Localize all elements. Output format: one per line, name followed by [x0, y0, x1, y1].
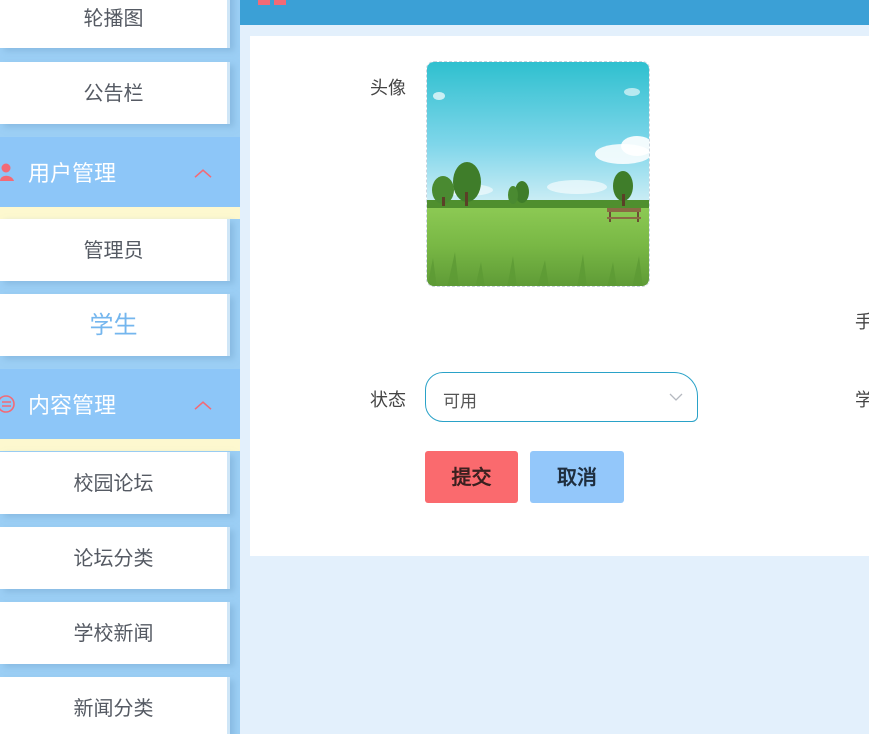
student-field-label: 学: [855, 390, 869, 411]
sidebar-group-user-management[interactable]: 用户管理: [0, 137, 240, 207]
sidebar-group-label: 用户管理: [28, 162, 117, 187]
sidebar-item-student[interactable]: 学生: [0, 294, 230, 356]
logo-icon: [258, 0, 286, 5]
cancel-button[interactable]: 取消: [530, 451, 624, 503]
chevron-down-icon: [669, 393, 683, 401]
avatar-upload[interactable]: [426, 61, 650, 287]
top-bar: [240, 0, 869, 25]
sidebar-item-label: 新闻分类: [73, 696, 154, 720]
sidebar-item-admin[interactable]: 管理员: [0, 219, 230, 281]
phone-label: 手: [855, 312, 869, 333]
sidebar-item-campus-forum[interactable]: 校园论坛: [0, 452, 230, 514]
group-divider: [0, 439, 240, 451]
status-select[interactable]: 可用: [425, 372, 698, 422]
sidebar-group-content-management[interactable]: 内容管理: [0, 369, 240, 439]
sidebar-item-forum-category[interactable]: 论坛分类: [0, 527, 230, 589]
list-icon: [0, 395, 15, 413]
sidebar-item-label: 学生: [89, 311, 138, 339]
sidebar-item-news-category[interactable]: 新闻分类: [0, 677, 230, 734]
sidebar-item-label: 轮播图: [83, 6, 144, 30]
sidebar-item-label: 管理员: [83, 238, 144, 262]
status-select-value: 可用: [443, 392, 477, 412]
chevron-up-icon: [194, 401, 212, 410]
sidebar-item-label: 校园论坛: [73, 471, 154, 495]
sidebar-group-label: 内容管理: [28, 394, 117, 419]
user-icon: [0, 163, 14, 181]
avatar-image: [427, 62, 649, 286]
sidebar-item-notice-board[interactable]: 公告栏: [0, 62, 230, 124]
sidebar-item-school-news[interactable]: 学校新闻: [0, 602, 230, 664]
sidebar-item-label: 公告栏: [83, 81, 144, 105]
chevron-up-icon: [194, 169, 212, 178]
submit-button[interactable]: 提交: [425, 451, 518, 503]
sidebar-item-label: 学校新闻: [73, 621, 154, 645]
sidebar: 轮播图 公告栏 用户管理 管理员 学生 内容管理 校园论坛 论坛分类 学校新闻 …: [0, 0, 240, 734]
sidebar-item-label: 论坛分类: [73, 546, 154, 570]
group-divider: [0, 207, 240, 219]
avatar-label: 头像: [370, 78, 406, 99]
status-label: 状态: [370, 390, 406, 411]
sidebar-item-carousel[interactable]: 轮播图: [0, 0, 230, 48]
